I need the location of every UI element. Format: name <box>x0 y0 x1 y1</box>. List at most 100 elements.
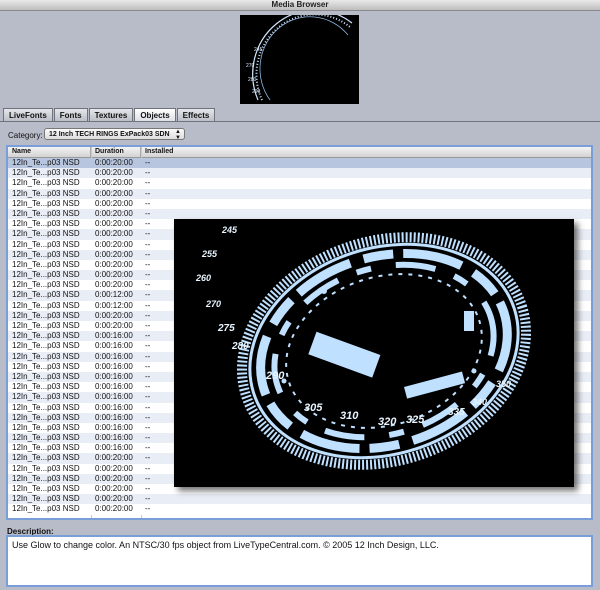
description-box: Use Glow to change color. An NTSC/30 fps… <box>6 535 593 587</box>
row-name: 12In_Te...p03 NSD <box>12 443 80 453</box>
table-row[interactable]: 12In_Te...p03 NSD 0:00:20:00 -- <box>8 178 591 189</box>
window-title: Media Browser <box>0 0 600 11</box>
row-installed: -- <box>145 208 151 218</box>
row-duration: 0:00:20:00 <box>95 473 133 483</box>
row-name: 12In_Te...p03 NSD <box>12 219 80 229</box>
scale-label: 245 <box>221 225 238 235</box>
row-name: 12In_Te...p03 NSD <box>12 371 80 381</box>
thumb-scale-label: 245 <box>254 47 263 53</box>
row-name: 12In_Te...p03 NSD <box>12 504 80 514</box>
row-name: 12In_Te...p03 NSD <box>12 280 80 290</box>
scale-label: 270 <box>205 299 221 309</box>
row-name: 12In_Te...p03 NSD <box>12 473 80 483</box>
thumb-scale-label: 290 <box>252 89 261 95</box>
row-name: 12In_Te...p03 NSD <box>12 229 80 239</box>
row-name: 12In_Te...p03 NSD <box>12 382 80 392</box>
table-row[interactable]: 12In_Te...p03 NSD 0:00:20:00 -- <box>8 494 591 505</box>
scale-label: 255 <box>201 249 218 259</box>
row-name: 12In_Te...p03 NSD <box>12 290 80 300</box>
category-value: 12 Inch TECH RINGS ExPack03 SDN <box>49 131 170 138</box>
column-header-installed[interactable]: Installed <box>141 147 591 157</box>
row-name: 12In_Te...p03 NSD <box>12 270 80 280</box>
row-name: 12In_Te...p03 NSD <box>12 361 80 371</box>
row-duration: 0:00:16:00 <box>95 422 133 432</box>
scale-label: 335 <box>448 407 465 418</box>
row-duration: 0:00:20:00 <box>95 463 133 473</box>
row-duration: 0:00:20:00 <box>95 249 133 259</box>
row-name: 12In_Te...p03 NSD <box>12 402 80 412</box>
row-installed: -- <box>145 494 151 504</box>
row-duration: 0:00:12:00 <box>95 290 133 300</box>
row-name: 12In_Te...p03 NSD <box>12 494 80 504</box>
tab-textures[interactable]: Textures <box>88 108 134 122</box>
row-duration: 0:00:16:00 <box>95 351 133 361</box>
tab-livefonts[interactable]: LiveFonts <box>3 108 53 122</box>
tech-ring-thumbnail: 245 270 280 290 <box>246 15 353 101</box>
row-name: 12In_Te...p03 NSD <box>12 392 80 402</box>
row-name: 12In_Te...p03 NSD <box>12 463 80 473</box>
column-header-name[interactable]: Name <box>8 147 91 157</box>
row-duration: 0:00:20:00 <box>95 310 133 320</box>
scale-label: 325 <box>406 414 425 426</box>
row-duration: 0:00:20:00 <box>95 168 133 178</box>
row-duration: 0:00:20:00 <box>95 484 133 493</box>
row-duration: 0:00:16:00 <box>95 433 133 443</box>
row-name: 12In_Te...p03 NSD <box>12 158 80 167</box>
scale-label: 305 <box>304 402 323 414</box>
row-duration: 0:00:20:00 <box>95 229 133 239</box>
row-name: 12In_Te...p03 NSD <box>12 208 80 218</box>
scale-label: 350 <box>496 379 511 389</box>
tab-effects[interactable]: Effects <box>176 108 216 122</box>
row-duration: 0:00:20:00 <box>95 198 133 208</box>
column-header-duration[interactable]: Duration <box>91 147 141 157</box>
table-row[interactable]: 12In_Te...p03 NSD 0:00:20:00 -- <box>8 208 591 220</box>
row-duration: 0:00:20:00 <box>95 453 133 463</box>
chevron-updown-icon: ▲ ▼ <box>175 129 181 141</box>
row-duration: 0:00:20:00 <box>95 219 133 229</box>
row-name: 12In_Te...p03 NSD <box>12 341 80 351</box>
description-text: Use Glow to change color. An NTSC/30 fps… <box>12 540 439 550</box>
scale-label: 340 <box>472 397 487 407</box>
row-name: 12In_Te...p03 NSD <box>12 188 80 198</box>
tab-fonts[interactable]: Fonts <box>53 108 88 122</box>
row-duration: 0:00:20:00 <box>95 188 133 198</box>
thumb-scale-label: 280 <box>248 77 257 83</box>
row-duration: 0:00:20:00 <box>95 239 133 249</box>
table-row[interactable]: 12In_Te...p03 NSD 0:00:20:00 -- <box>8 158 591 169</box>
row-duration: 0:00:12:00 <box>95 300 133 310</box>
row-duration: 0:00:16:00 <box>95 341 133 351</box>
tab-divider <box>0 121 600 122</box>
row-name: 12In_Te...p03 NSD <box>12 178 80 188</box>
row-installed: -- <box>145 198 151 208</box>
row-installed: -- <box>145 188 151 198</box>
row-duration: 0:00:20:00 <box>95 270 133 280</box>
row-installed: -- <box>145 168 151 178</box>
table-header: Name Duration Installed <box>8 147 591 158</box>
tab-objects[interactable]: Objects <box>134 108 176 122</box>
table-row[interactable]: 12In_Te...p03 NSD 0:00:20:00 -- <box>8 504 591 515</box>
table-row[interactable]: 12In_Te...p03 NSD 0:00:20:00 -- <box>8 168 591 179</box>
category-label: Category: <box>8 131 43 140</box>
row-installed: -- <box>145 158 151 167</box>
scale-label: 280 <box>231 341 249 352</box>
table-row[interactable]: 12In_Te...p03 NSD 0:00:20:00 -- <box>8 188 591 199</box>
row-name: 12In_Te...p03 NSD <box>12 259 80 269</box>
row-name: 12In_Te...p03 NSD <box>12 300 80 310</box>
thumbnail-preview: 245 270 280 290 <box>240 15 359 104</box>
row-duration: 0:00:20:00 <box>95 178 133 188</box>
row-duration: 0:00:20:00 <box>95 321 133 330</box>
large-preview-popup: 245 255 260 270 275 280 290 305 310 320 325 335 340 3… <box>174 219 574 487</box>
thumb-scale-label: 270 <box>246 63 255 69</box>
row-duration: 0:00:20:00 <box>95 504 133 514</box>
row-duration: 0:00:20:00 <box>95 280 133 290</box>
row-name: 12In_Te...p03 NSD <box>12 168 80 178</box>
row-name: 12In_Te...p03 NSD <box>12 321 80 330</box>
scale-label: 275 <box>217 323 235 334</box>
category-select[interactable]: 12 Inch TECH RINGS ExPack03 SDN ▲ ▼ <box>44 128 185 141</box>
row-duration: 0:00:16:00 <box>95 382 133 392</box>
row-duration: 0:00:16:00 <box>95 443 133 453</box>
table-row[interactable]: 12In_Te...p03 NSD 0:00:20:00 -- <box>8 198 591 209</box>
row-name: 12In_Te...p03 NSD <box>12 422 80 432</box>
row-installed: -- <box>145 178 151 188</box>
scale-label: 310 <box>340 410 359 422</box>
